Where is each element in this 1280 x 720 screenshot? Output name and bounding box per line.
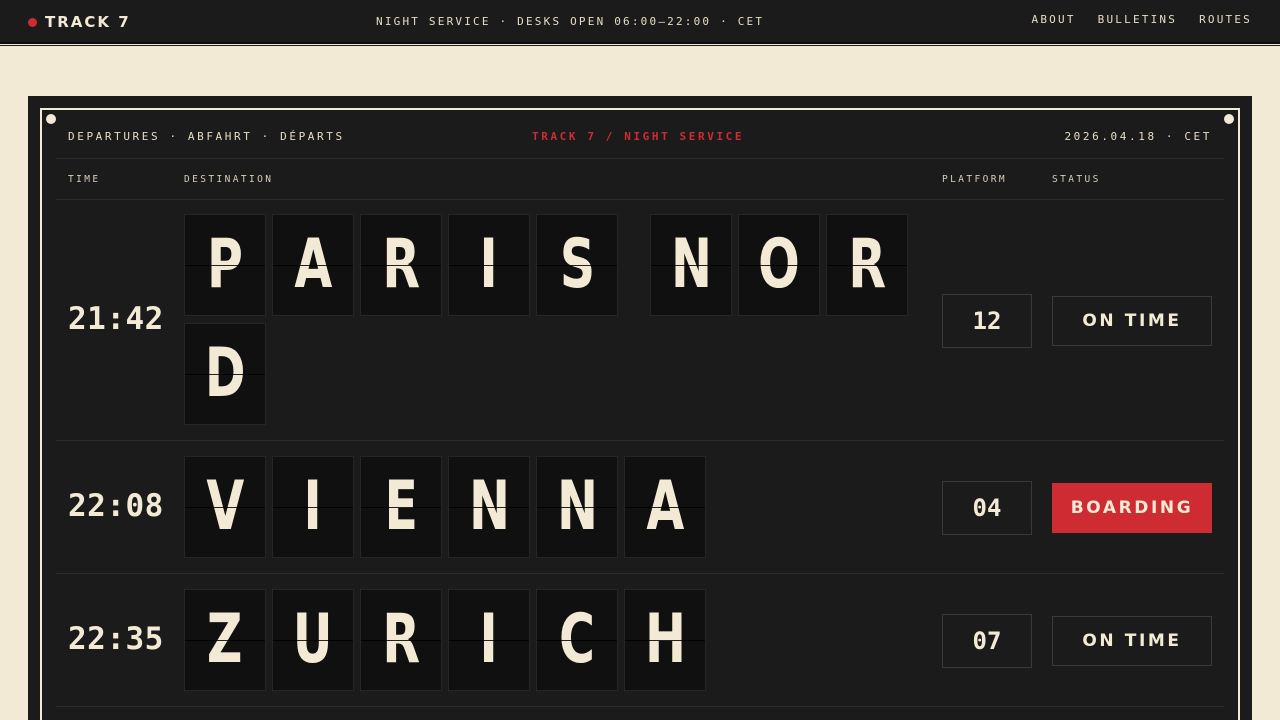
departure-time: 22:08 — [68, 488, 164, 524]
destination-flap: N — [650, 214, 732, 316]
brand-name: TRACK 7 — [45, 13, 131, 31]
flap-letter: R — [382, 600, 420, 679]
nav-bulletins[interactable]: BULLETINS — [1098, 13, 1177, 26]
destination-flap: V — [184, 456, 266, 558]
platform-number: 12 — [942, 293, 1032, 348]
brand-dot-icon — [28, 17, 37, 27]
flap-letter: O — [758, 225, 800, 304]
board-date: 2026.04.18 · CET — [1064, 130, 1212, 143]
destination-flaps: VIENNA — [184, 456, 914, 558]
flap-letter: E — [384, 467, 418, 546]
platform-number: 04 — [942, 481, 1032, 535]
column-destination: DESTINATION — [184, 174, 274, 185]
destination-flaps: ZURICH — [184, 589, 914, 691]
board-title: DEPARTURES · ABFAHRT · DÉPARTS — [68, 130, 345, 143]
destination-flap: N — [536, 456, 618, 558]
destination-flap: O — [738, 214, 820, 316]
flap-letter: R — [382, 225, 420, 304]
flap-letter: I — [479, 225, 499, 304]
flap-letter: P — [207, 225, 243, 304]
flap-letter: U — [293, 600, 333, 679]
departure-row[interactable]: 21:42 P A R I S N O R D 12 ON TIME — [56, 200, 1224, 441]
flap-letter: A — [646, 467, 684, 546]
flap-letter: A — [294, 225, 332, 304]
flap-letter: I — [303, 467, 323, 546]
rivet-icon — [46, 114, 56, 124]
nav-about[interactable]: ABOUT — [1032, 13, 1076, 26]
destination-flap: I — [448, 214, 530, 316]
column-platform: PLATFORM — [942, 174, 1007, 185]
flap-letter: N — [670, 225, 712, 304]
destination-flap: Z — [184, 589, 266, 691]
status-badge[interactable]: ON TIME — [1052, 616, 1212, 666]
flap-letter: R — [848, 225, 886, 304]
destination-flaps: PARISNORD — [184, 214, 914, 425]
departure-board: DEPARTURES · ABFAHRT · DÉPARTS TRACK 7 /… — [28, 96, 1252, 720]
destination-flap: S — [536, 214, 618, 316]
destination-flap: R — [826, 214, 908, 316]
departure-row[interactable]: 22:08 V I E N N A 04 BOARDING — [56, 442, 1224, 574]
destination-flap: U — [272, 589, 354, 691]
destination-flap: A — [272, 214, 354, 316]
status-badge[interactable]: ON TIME — [1052, 295, 1212, 346]
top-bar: TRACK 7 NIGHT SERVICE · DESKS OPEN 06:00… — [0, 0, 1280, 46]
departure-time: 22:35 — [68, 621, 164, 657]
departure-time: 21:42 — [68, 300, 164, 337]
rivet-icon — [1224, 114, 1234, 124]
flap-letter: D — [204, 334, 246, 413]
column-status: STATUS — [1052, 174, 1101, 185]
flap-letter: V — [206, 467, 244, 546]
destination-flap: D — [184, 323, 266, 425]
main-nav: ABOUT BULLETINS ROUTES — [1032, 13, 1252, 26]
brand[interactable]: TRACK 7 — [28, 12, 131, 32]
status-badge[interactable]: BOARDING — [1052, 483, 1212, 533]
flap-letter: I — [479, 600, 499, 679]
column-headers: TIME DESTINATION PLATFORM STATUS — [56, 159, 1224, 200]
column-time: TIME — [68, 174, 101, 185]
platform-number: 07 — [942, 614, 1032, 668]
destination-flap: P — [184, 214, 266, 316]
flap-letter: Z — [207, 600, 243, 679]
destination-flap: C — [536, 589, 618, 691]
destination-flap: R — [360, 589, 442, 691]
destination-flap: N — [448, 456, 530, 558]
destination-flap: I — [272, 456, 354, 558]
departure-row[interactable]: 22:35 Z U R I C H 07 ON TIME — [56, 575, 1224, 707]
flap-letter: H — [644, 600, 686, 679]
destination-flap: A — [624, 456, 706, 558]
destination-flap: E — [360, 456, 442, 558]
destination-flap: H — [624, 589, 706, 691]
service-notice: NIGHT SERVICE · DESKS OPEN 06:00–22:00 ·… — [376, 15, 765, 28]
flap-letter: N — [468, 467, 510, 546]
flap-letter: C — [559, 600, 595, 679]
flap-letter: S — [559, 225, 595, 304]
destination-flap: I — [448, 589, 530, 691]
flap-letter: N — [556, 467, 598, 546]
board-header: DEPARTURES · ABFAHRT · DÉPARTS TRACK 7 /… — [56, 96, 1224, 159]
board-service: TRACK 7 / NIGHT SERVICE — [532, 130, 745, 143]
nav-routes[interactable]: ROUTES — [1199, 13, 1252, 26]
destination-flap: R — [360, 214, 442, 316]
